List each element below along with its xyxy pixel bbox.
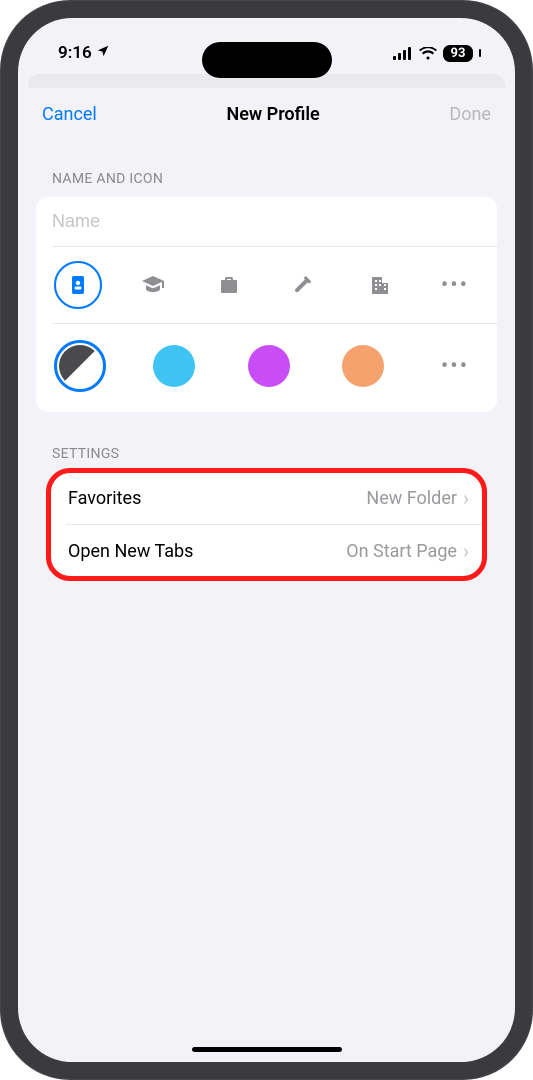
color-swatch-blue[interactable] bbox=[148, 340, 200, 392]
briefcase-icon[interactable] bbox=[205, 261, 253, 309]
hammer-icon[interactable] bbox=[280, 261, 328, 309]
building-icon[interactable] bbox=[356, 261, 404, 309]
favorites-value: New Folder bbox=[366, 488, 457, 509]
section-header-name-icon: NAME AND ICON bbox=[22, 137, 511, 197]
location-icon bbox=[96, 44, 110, 62]
icon-picker-row: ••• bbox=[36, 247, 497, 323]
color-swatch-split[interactable] bbox=[54, 340, 106, 392]
modal-sheet: Cancel New Profile Done NAME AND ICON bbox=[22, 88, 511, 1062]
color-swatch-orange[interactable] bbox=[337, 340, 389, 392]
home-indicator[interactable] bbox=[192, 1047, 342, 1052]
cancel-button[interactable]: Cancel bbox=[42, 104, 97, 125]
chevron-right-icon: › bbox=[463, 539, 469, 563]
screen: 9:16 93 bbox=[18, 18, 515, 1062]
nav-bar: Cancel New Profile Done bbox=[22, 88, 511, 137]
favorites-row[interactable]: Favorites New Folder › bbox=[50, 472, 483, 524]
phone-frame: 9:16 93 bbox=[0, 0, 533, 1080]
name-icon-card: ••• bbox=[36, 197, 497, 412]
page-title: New Profile bbox=[226, 104, 319, 125]
color-picker-row: ••• bbox=[36, 324, 497, 412]
graduation-cap-icon[interactable] bbox=[129, 261, 177, 309]
section-header-settings: SETTINGS bbox=[22, 412, 511, 472]
done-button[interactable]: Done bbox=[449, 104, 491, 125]
open-new-tabs-label: Open New Tabs bbox=[68, 541, 193, 562]
open-new-tabs-row[interactable]: Open New Tabs On Start Page › bbox=[50, 525, 483, 577]
badge-icon[interactable] bbox=[54, 261, 102, 309]
name-input[interactable] bbox=[36, 197, 497, 246]
open-new-tabs-value: On Start Page bbox=[346, 541, 457, 562]
chevron-right-icon: › bbox=[463, 486, 469, 510]
wifi-icon bbox=[419, 47, 437, 60]
color-swatch-purple[interactable] bbox=[243, 340, 295, 392]
cellular-icon bbox=[393, 47, 413, 60]
more-colors-button[interactable]: ••• bbox=[431, 342, 479, 390]
battery-icon: 93 bbox=[443, 45, 473, 62]
status-time: 9:16 bbox=[58, 43, 92, 63]
more-icons-button[interactable]: ••• bbox=[431, 261, 479, 309]
favorites-label: Favorites bbox=[68, 488, 141, 509]
settings-card: Favorites New Folder › Open New Tabs On … bbox=[50, 472, 483, 577]
dynamic-island bbox=[202, 42, 332, 78]
